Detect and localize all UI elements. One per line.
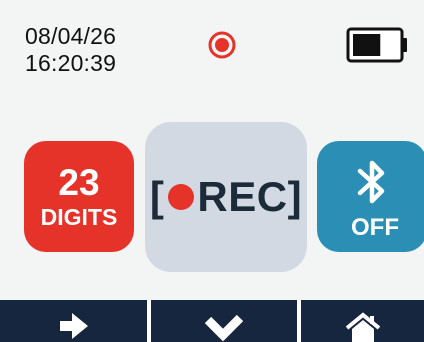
bluetooth-icon	[357, 160, 385, 204]
bluetooth-tile[interactable]: OFF	[317, 141, 424, 252]
battery-level-fill	[353, 34, 381, 56]
confirm-button[interactable]	[151, 300, 297, 342]
device-screen: 08/04/26 16:20:39 23 DIGITS [ REC] OFF	[0, 0, 424, 342]
next-button[interactable]	[0, 300, 147, 342]
datetime-display: 08/04/26 16:20:39	[25, 24, 116, 78]
checkmark-icon	[204, 314, 244, 342]
record-tile[interactable]: [ REC]	[145, 122, 307, 272]
battery-icon	[346, 27, 407, 63]
date-text: 08/04/26	[25, 23, 117, 49]
nav-bar	[0, 300, 424, 342]
record-dot-icon	[208, 31, 236, 59]
arrow-right-icon	[59, 313, 88, 339]
status-bar: 08/04/26 16:20:39	[0, 0, 424, 95]
record-open-bracket: [	[149, 173, 165, 220]
record-label: [ REC]	[150, 173, 302, 221]
home-icon	[345, 312, 380, 342]
record-dot-icon	[168, 184, 195, 210]
digits-label: DIGITS	[40, 203, 118, 230]
bluetooth-state: OFF	[351, 214, 399, 241]
record-text: REC]	[197, 173, 303, 220]
time-text: 16:20:39	[25, 50, 117, 76]
digits-tile[interactable]: 23 DIGITS	[24, 141, 134, 252]
home-button[interactable]	[301, 300, 424, 342]
digits-count: 23	[58, 161, 100, 203]
